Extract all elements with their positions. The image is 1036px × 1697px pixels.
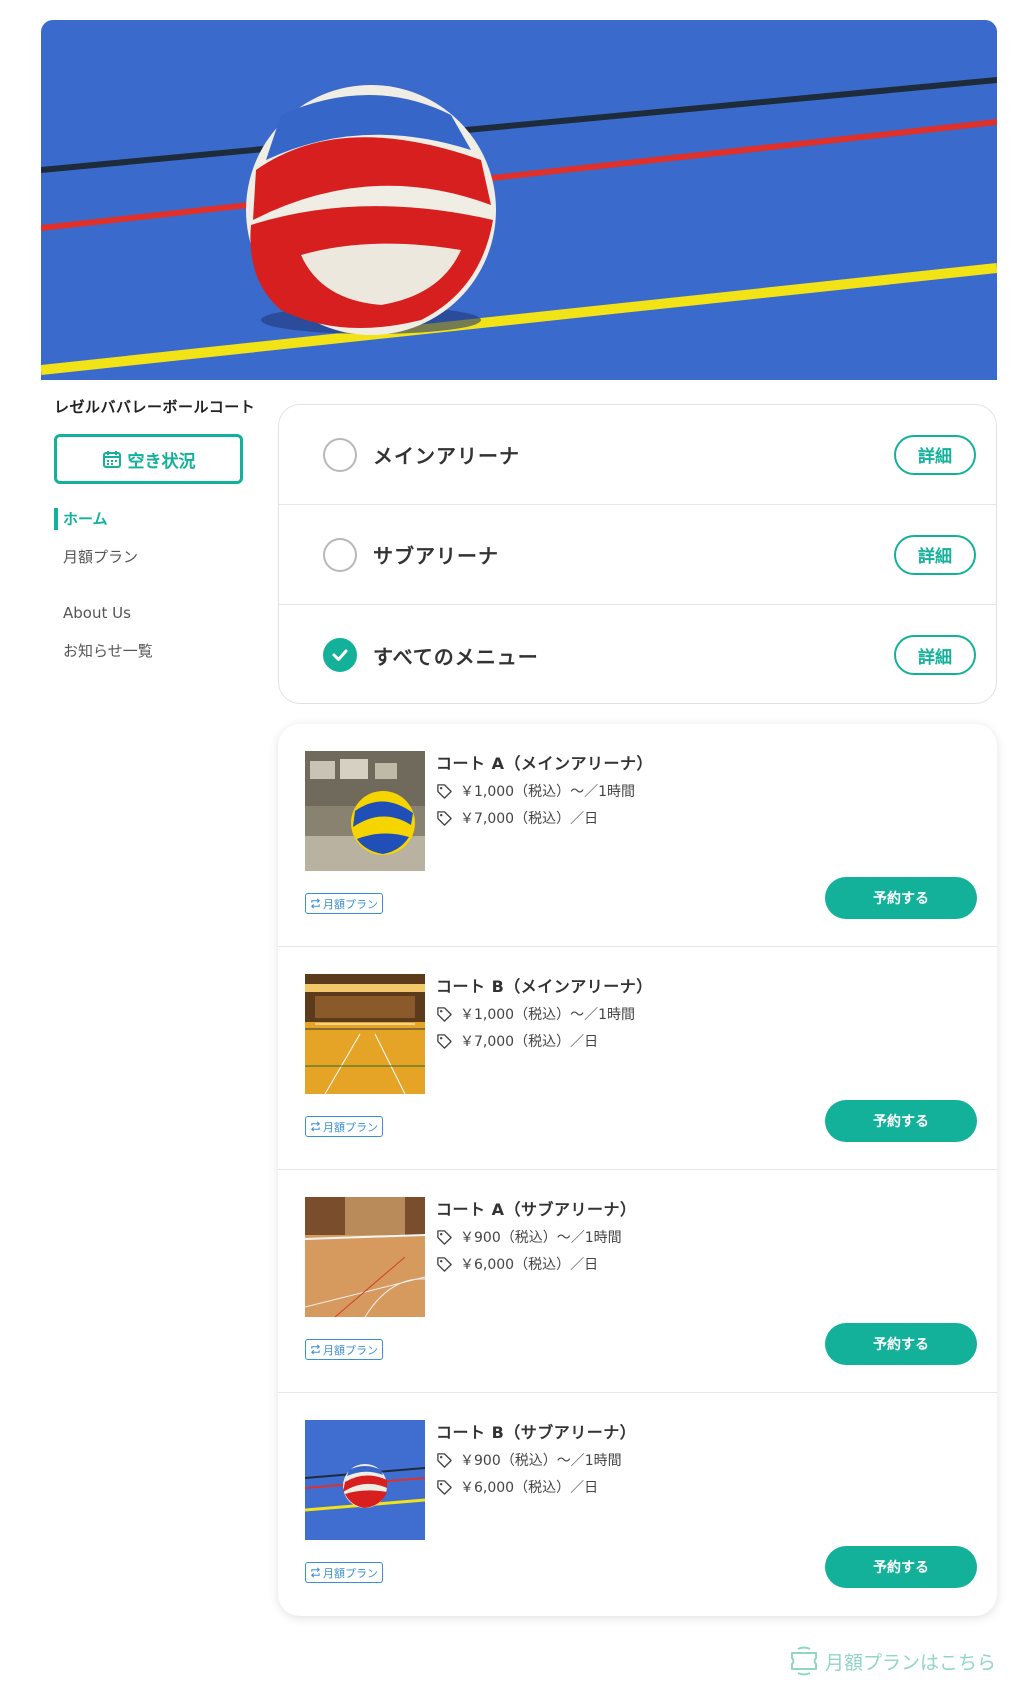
monthly-plan-link-label: 月額プランはこちら [824,1651,996,1674]
gymnasium-photo [305,974,425,1094]
monthly-plan-badge: 月額プラン [305,1562,383,1583]
availability-label: 空き状況 [127,451,196,472]
category-row-all-menu[interactable]: すべてのメニュー 詳細 [279,605,996,703]
monthly-plan-badge: 月額プラン [305,893,383,914]
hero-image [41,20,997,380]
court-title: コート B（メインアリーナ） [436,977,653,996]
price-hourly-text: ￥1,000（税込）〜／1時間 [460,784,635,800]
court-item: コート B（サブアリーナ） ￥900（税込）〜／1時間 ￥6,000（税込）／日… [278,1393,997,1616]
price-hourly: ￥900（税込）〜／1時間 [436,1450,622,1470]
plan-badge-label: 月額プラン [323,1120,378,1134]
detail-button[interactable]: 詳細 [894,534,976,575]
price-tag-icon [437,1479,452,1495]
price-hourly: ￥1,000（税込）〜／1時間 [436,1004,635,1024]
radio-checked[interactable] [323,638,357,672]
category-panel: メインアリーナ 詳細 サブアリーナ 詳細 すべてのメニュー 詳細 [278,404,997,704]
check-icon [332,649,348,661]
detail-button[interactable]: 詳細 [894,635,976,675]
court-thumbnail [305,1420,425,1540]
category-row-main-arena[interactable]: メインアリーナ 詳細 [279,405,996,505]
calendar-icon [102,451,121,468]
ticket-icon [790,1646,817,1676]
monthly-plan-badge: 月額プラン [305,1116,383,1137]
price-tag-icon [437,810,452,826]
price-daily: ￥7,000（税込）／日 [436,808,598,828]
blue-court-photo [305,1420,425,1540]
price-daily-text: ￥6,000（税込）／日 [460,1257,599,1273]
hero-volleyball-photo [41,20,997,380]
court-list: コート A（メインアリーナ） ￥1,000（税込）〜／1時間 ￥7,000（税込… [278,724,997,1616]
reserve-button[interactable]: 予約する [825,1546,977,1588]
price-hourly-text: ￥1,000（税込）〜／1時間 [460,1007,635,1023]
detail-button[interactable]: 詳細 [894,434,976,475]
volleyball-photo [305,751,425,871]
repeat-icon [311,1344,320,1355]
price-daily: ￥6,000（税込）／日 [436,1254,598,1274]
price-hourly: ￥1,000（税込）〜／1時間 [436,781,635,801]
repeat-icon [311,1121,320,1132]
plan-badge-label: 月額プラン [323,1343,378,1357]
price-tag-icon [437,1033,452,1049]
nav-item-news[interactable]: お知らせ一覧 [54,632,274,670]
price-daily-text: ￥6,000（税込）／日 [460,1480,599,1496]
monthly-plan-link[interactable]: 月額プランはこちら [787,1644,996,1678]
price-tag-icon [437,1452,452,1468]
nav-item-monthly-plan[interactable]: 月額プラン [54,538,274,576]
repeat-icon [311,1567,320,1578]
price-daily-text: ￥7,000（税込）／日 [460,811,599,827]
facility-name: レゼルババレーボールコート [54,398,256,416]
category-label: サブアリーナ [373,544,499,568]
category-row-sub-arena[interactable]: サブアリーナ 詳細 [279,505,996,605]
price-daily: ￥6,000（税込）／日 [436,1477,598,1497]
availability-button[interactable]: 空き状況 [54,434,243,484]
price-hourly-text: ￥900（税込）〜／1時間 [460,1453,622,1469]
court-thumbnail [305,974,425,1094]
sidebar-nav: ホーム 月額プラン About Us お知らせ一覧 [54,508,274,670]
price-tag-icon [437,1256,452,1272]
category-label: すべてのメニュー [373,644,539,669]
radio-unchecked[interactable] [323,537,357,572]
court-title: コート B（サブアリーナ） [436,1423,637,1442]
wooden-court-photo [305,1197,425,1317]
nav-item-about-us[interactable]: About Us [54,594,274,632]
radio-unchecked[interactable] [323,437,357,472]
price-tag-icon [437,783,452,799]
plan-badge-label: 月額プラン [323,1566,378,1580]
monthly-plan-badge: 月額プラン [305,1339,383,1360]
reserve-button[interactable]: 予約する [825,1323,977,1365]
court-thumbnail [305,751,425,871]
court-item: コート B（メインアリーナ） ￥1,000（税込）〜／1時間 ￥7,000（税込… [278,947,997,1170]
court-item: コート A（サブアリーナ） ￥900（税込）〜／1時間 ￥6,000（税込）／日… [278,1170,997,1393]
price-tag-icon [437,1006,452,1022]
reserve-button[interactable]: 予約する [825,1100,977,1142]
repeat-icon [311,898,320,909]
court-title: コート A（メインアリーナ） [436,754,653,773]
price-daily: ￥7,000（税込）／日 [436,1031,598,1051]
price-hourly-text: ￥900（税込）〜／1時間 [460,1230,622,1246]
price-tag-icon [437,1229,452,1245]
sidebar: レゼルババレーボールコート 空き状況 ホーム 月額プラン About Us お知… [54,396,274,670]
price-hourly: ￥900（税込）〜／1時間 [436,1227,622,1247]
category-label: メインアリーナ [373,444,520,468]
plan-badge-label: 月額プラン [323,897,378,911]
nav-item-home[interactable]: ホーム [54,508,274,530]
reserve-button[interactable]: 予約する [825,877,977,919]
price-daily-text: ￥7,000（税込）／日 [460,1034,599,1050]
court-title: コート A（サブアリーナ） [436,1200,637,1219]
court-thumbnail [305,1197,425,1317]
court-item: コート A（メインアリーナ） ￥1,000（税込）〜／1時間 ￥7,000（税込… [278,724,997,947]
